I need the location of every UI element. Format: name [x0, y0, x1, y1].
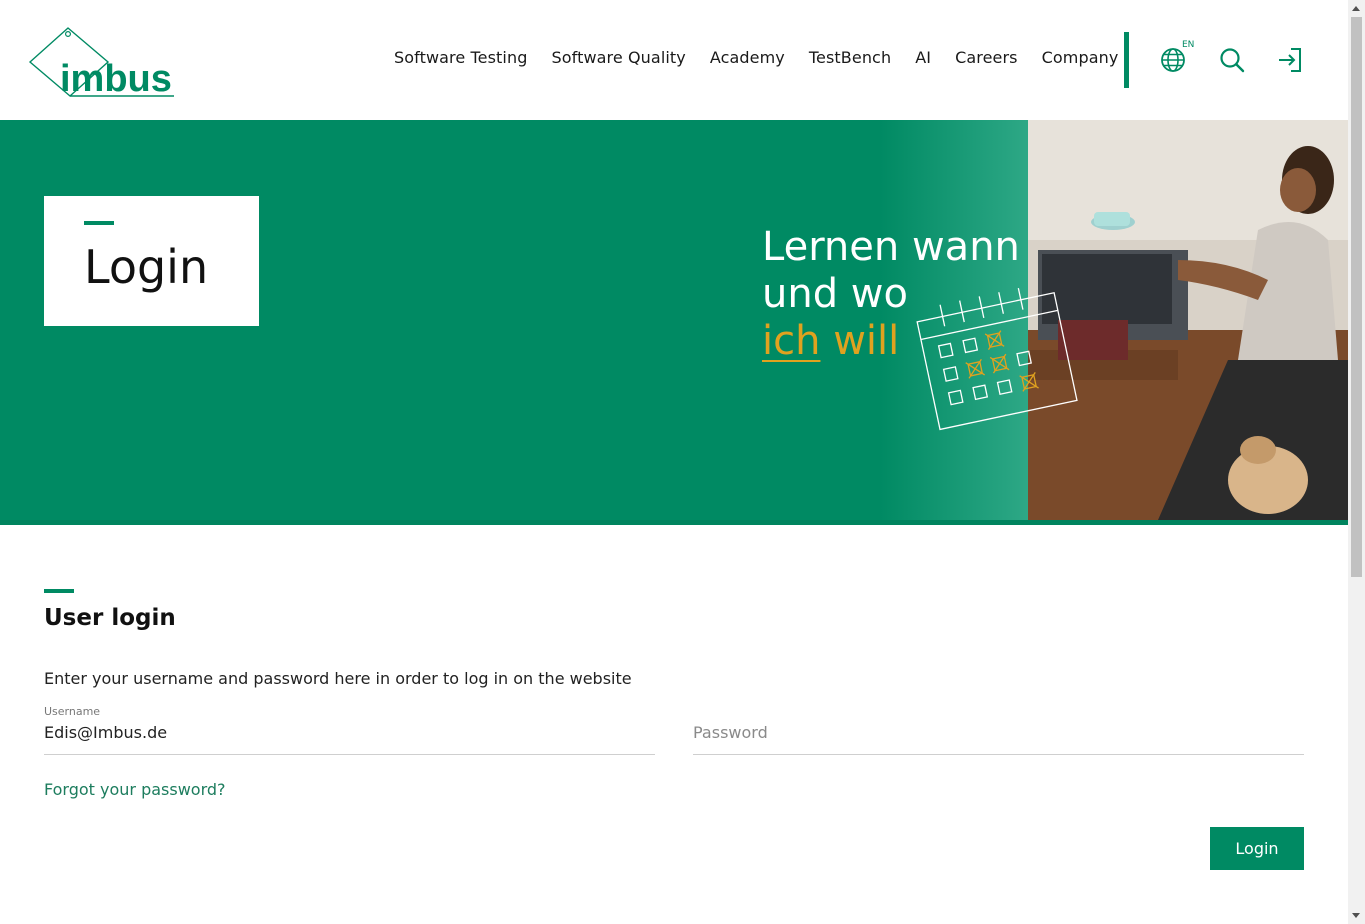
- search-icon[interactable]: [1218, 46, 1246, 74]
- login-button[interactable]: Login: [1210, 827, 1304, 870]
- slogan-accent-rest: will: [833, 318, 900, 364]
- language-code[interactable]: EN: [1182, 40, 1194, 50]
- username-input[interactable]: [44, 723, 655, 742]
- site-header: imbus Software Testing Software Quality …: [0, 0, 1348, 120]
- imbus-logo[interactable]: imbus: [26, 24, 178, 100]
- nav-academy[interactable]: Academy: [698, 48, 797, 67]
- hero-bottom-line: [0, 520, 1348, 525]
- globe-icon[interactable]: [1159, 46, 1187, 74]
- page-title: Login: [84, 240, 209, 294]
- login-heading: User login: [44, 605, 176, 631]
- hero-banner: Login Lernen wann und wo ich will: [0, 120, 1348, 525]
- scroll-down-arrow-icon[interactable]: [1352, 913, 1360, 918]
- password-field: [693, 704, 1304, 755]
- login-description: Enter your username and password here in…: [44, 669, 632, 688]
- slogan-accent-underlined: ich: [762, 318, 821, 364]
- page-title-box: Login: [44, 196, 259, 326]
- nav-ai[interactable]: AI: [903, 48, 943, 67]
- username-label: Username: [44, 705, 101, 718]
- header-divider: [1124, 32, 1129, 88]
- login-icon[interactable]: [1276, 46, 1304, 74]
- nav-software-quality[interactable]: Software Quality: [539, 48, 697, 67]
- nav-careers[interactable]: Careers: [943, 48, 1030, 67]
- username-field: Username: [44, 704, 655, 755]
- slogan-line-1: Lernen wann: [762, 224, 1020, 270]
- nav-software-testing[interactable]: Software Testing: [382, 48, 539, 67]
- nav-company[interactable]: Company: [1030, 48, 1131, 67]
- section-accent-bar: [44, 589, 74, 593]
- logo-text: imbus: [60, 58, 172, 100]
- forgot-password-link[interactable]: Forgot your password?: [44, 780, 226, 799]
- scroll-up-arrow-icon[interactable]: [1352, 6, 1360, 11]
- scrollbar-thumb[interactable]: [1351, 17, 1362, 577]
- calendar-icon: [916, 287, 1078, 431]
- title-accent-bar: [84, 221, 114, 225]
- nav-testbench[interactable]: TestBench: [797, 48, 903, 67]
- password-input[interactable]: [693, 723, 1304, 742]
- main-nav: Software Testing Software Quality Academ…: [382, 48, 1130, 67]
